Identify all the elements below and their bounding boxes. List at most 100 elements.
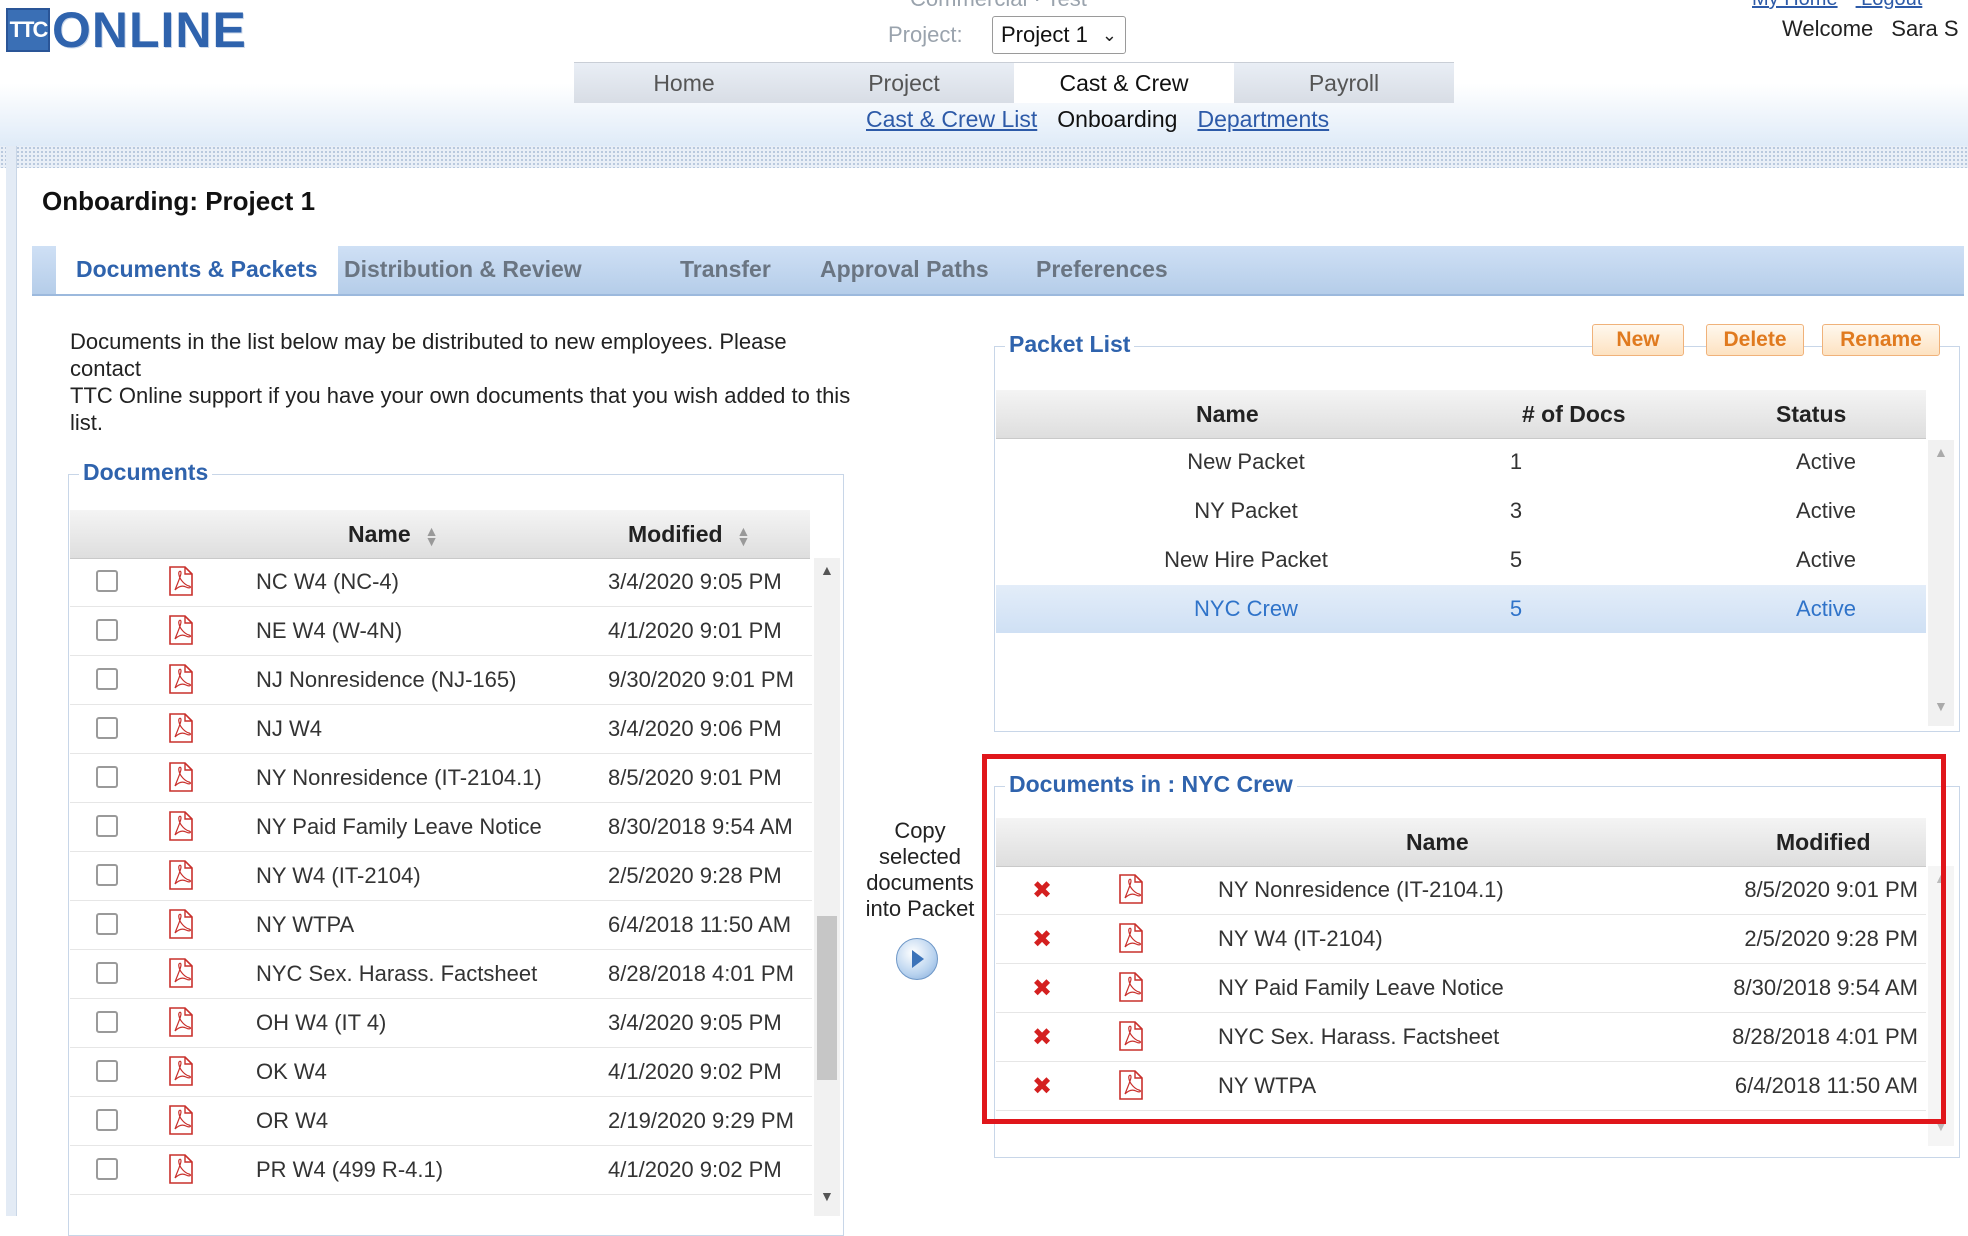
pdf-file-icon[interactable] <box>168 1105 194 1135</box>
packet-list-legend: Packet List <box>1005 331 1135 358</box>
document-checkbox[interactable] <box>96 864 118 886</box>
scroll-up-icon[interactable]: ▲ <box>820 562 834 578</box>
sort-icon[interactable]: ▲ ▼ <box>737 524 751 548</box>
document-row[interactable]: NE W4 (W-4N) 4/1/2020 9:01 PM <box>70 607 812 656</box>
packet-status: Active <box>1796 596 1856 621</box>
packet-row-selected[interactable]: NYC Crew 5 Active <box>996 585 1926 633</box>
col-name-header[interactable]: Name ▲ ▼ <box>348 510 439 558</box>
packet-row[interactable]: NY Packet 3 Active <box>996 487 1926 535</box>
document-name: OH W4 (IT 4) <box>256 1010 387 1035</box>
top-links: My Home Logout <box>1752 0 1940 11</box>
documents-scroll-thumb[interactable] <box>817 916 837 1080</box>
highlight-box <box>982 754 1946 1124</box>
document-checkbox[interactable] <box>96 1109 118 1131</box>
packet-name: NY Packet <box>1194 498 1298 523</box>
packet-grid-header: Name # of Docs Status <box>996 390 1926 439</box>
new-packet-button[interactable]: New <box>1592 324 1684 356</box>
subnav-departments[interactable]: Departments <box>1197 106 1329 133</box>
delete-packet-button[interactable]: Delete <box>1706 324 1804 356</box>
scroll-up-icon[interactable]: ▲ <box>1934 444 1948 460</box>
nav-payroll[interactable]: Payroll <box>1234 63 1454 103</box>
pdf-file-icon[interactable] <box>168 664 194 694</box>
col-modified-header[interactable]: Modified ▲ ▼ <box>628 510 750 558</box>
document-row[interactable]: NC W4 (NC-4) 3/4/2020 9:05 PM <box>70 558 812 607</box>
intro-text: Documents in the list below may be distr… <box>70 328 890 436</box>
ttc-online-logo[interactable]: TTC ONLINE <box>6 2 247 58</box>
document-checkbox[interactable] <box>96 570 118 592</box>
document-checkbox[interactable] <box>96 766 118 788</box>
document-name: PR W4 (499 R-4.1) <box>256 1157 444 1182</box>
nav-project[interactable]: Project <box>794 63 1014 103</box>
pdf-file-icon[interactable] <box>168 566 194 596</box>
document-name: OR W4 <box>256 1108 329 1133</box>
document-row[interactable]: OK W4 4/1/2020 9:02 PM <box>70 1048 812 1097</box>
sort-icon[interactable]: ▲ ▼ <box>425 524 439 548</box>
packet-scrollbar[interactable]: ▲ ▼ <box>1928 440 1954 726</box>
pdf-file-icon[interactable] <box>168 762 194 792</box>
document-modified: 4/1/2020 9:01 PM <box>608 618 782 643</box>
packet-status: Active <box>1796 547 1856 572</box>
document-checkbox[interactable] <box>96 913 118 935</box>
pdf-file-icon[interactable] <box>168 958 194 988</box>
subnav-onboarding[interactable]: Onboarding <box>1057 106 1177 133</box>
document-checkbox[interactable] <box>96 1158 118 1180</box>
document-row[interactable]: NY Nonresidence (IT-2104.1) 8/5/2020 9:01… <box>70 754 812 803</box>
pdf-file-icon[interactable] <box>168 811 194 841</box>
tab-transfer[interactable]: Transfer <box>680 246 771 294</box>
documents-legend: Documents <box>79 459 213 486</box>
document-modified: 3/4/2020 9:06 PM <box>608 716 782 741</box>
document-checkbox[interactable] <box>96 815 118 837</box>
document-checkbox[interactable] <box>96 717 118 739</box>
main-nav: Home Project Cast & Crew Payroll <box>574 62 1454 103</box>
document-name: NY WTPA <box>256 912 355 937</box>
document-row[interactable]: NY WTPA 6/4/2018 11:50 AM <box>70 901 812 950</box>
scroll-down-icon[interactable]: ▼ <box>1934 698 1948 714</box>
document-name: NJ Nonresidence (NJ-165) <box>256 667 517 692</box>
packet-col-docs[interactable]: # of Docs <box>1522 390 1626 438</box>
pdf-file-icon[interactable] <box>168 713 194 743</box>
tab-approval-paths[interactable]: Approval Paths <box>820 246 989 294</box>
document-row[interactable]: OH W4 (IT 4) 3/4/2020 9:05 PM <box>70 999 812 1048</box>
document-row[interactable]: NYC Sex. Harass. Factsheet 8/28/2018 4:01… <box>70 950 812 999</box>
tab-documents-packets[interactable]: Documents & Packets <box>56 246 338 294</box>
nav-cast-crew[interactable]: Cast & Crew <box>1014 63 1234 103</box>
packet-row[interactable]: New Hire Packet 5 Active <box>996 536 1926 584</box>
document-modified: 3/4/2020 9:05 PM <box>608 569 782 594</box>
pdf-file-icon[interactable] <box>168 1007 194 1037</box>
left-border <box>6 146 17 1216</box>
pdf-file-icon[interactable] <box>168 909 194 939</box>
pdf-file-icon[interactable] <box>168 1154 194 1184</box>
document-row[interactable]: NJ W4 3/4/2020 9:06 PM <box>70 705 812 754</box>
subnav-cast-crew-list[interactable]: Cast & Crew List <box>866 106 1037 133</box>
document-checkbox[interactable] <box>96 668 118 690</box>
logo-word: ONLINE <box>52 2 247 58</box>
document-name: NY Nonresidence (IT-2104.1) <box>256 765 542 790</box>
packet-col-name[interactable]: Name <box>1196 390 1259 438</box>
tab-preferences[interactable]: Preferences <box>1036 246 1168 294</box>
rename-packet-button[interactable]: Rename <box>1822 324 1940 356</box>
document-checkbox[interactable] <box>96 962 118 984</box>
scroll-down-icon[interactable]: ▼ <box>820 1188 834 1204</box>
pdf-file-icon[interactable] <box>168 1056 194 1086</box>
document-row[interactable]: NY W4 (IT-2104) 2/5/2020 9:28 PM <box>70 852 812 901</box>
document-row[interactable]: OR W4 2/19/2020 9:29 PM <box>70 1097 812 1146</box>
document-modified: 2/5/2020 9:28 PM <box>608 863 782 888</box>
project-select[interactable]: Project 1 ⌄ <box>992 16 1126 54</box>
document-checkbox[interactable] <box>96 1060 118 1082</box>
pdf-file-icon[interactable] <box>168 860 194 890</box>
document-row[interactable]: NY Paid Family Leave Notice 8/30/2018 9:5… <box>70 803 812 852</box>
packet-status: Active <box>1796 449 1856 474</box>
documents-scrollbar[interactable]: ▲ ▼ <box>814 558 840 1216</box>
tab-distribution-review[interactable]: Distribution & Review <box>344 246 582 294</box>
copy-to-packet-button[interactable] <box>896 938 938 980</box>
logout-link[interactable]: Logout <box>1861 0 1922 10</box>
document-checkbox[interactable] <box>96 619 118 641</box>
nav-home[interactable]: Home <box>574 63 794 103</box>
pdf-file-icon[interactable] <box>168 615 194 645</box>
packet-row[interactable]: New Packet 1 Active <box>996 438 1926 486</box>
document-checkbox[interactable] <box>96 1011 118 1033</box>
document-row[interactable]: NJ Nonresidence (NJ-165) 9/30/2020 9:01 P… <box>70 656 812 705</box>
packet-col-status[interactable]: Status <box>1776 390 1846 438</box>
my-home-link[interactable]: My Home <box>1752 0 1838 10</box>
document-row[interactable]: PR W4 (499 R-4.1) 4/1/2020 9:02 PM <box>70 1146 812 1195</box>
